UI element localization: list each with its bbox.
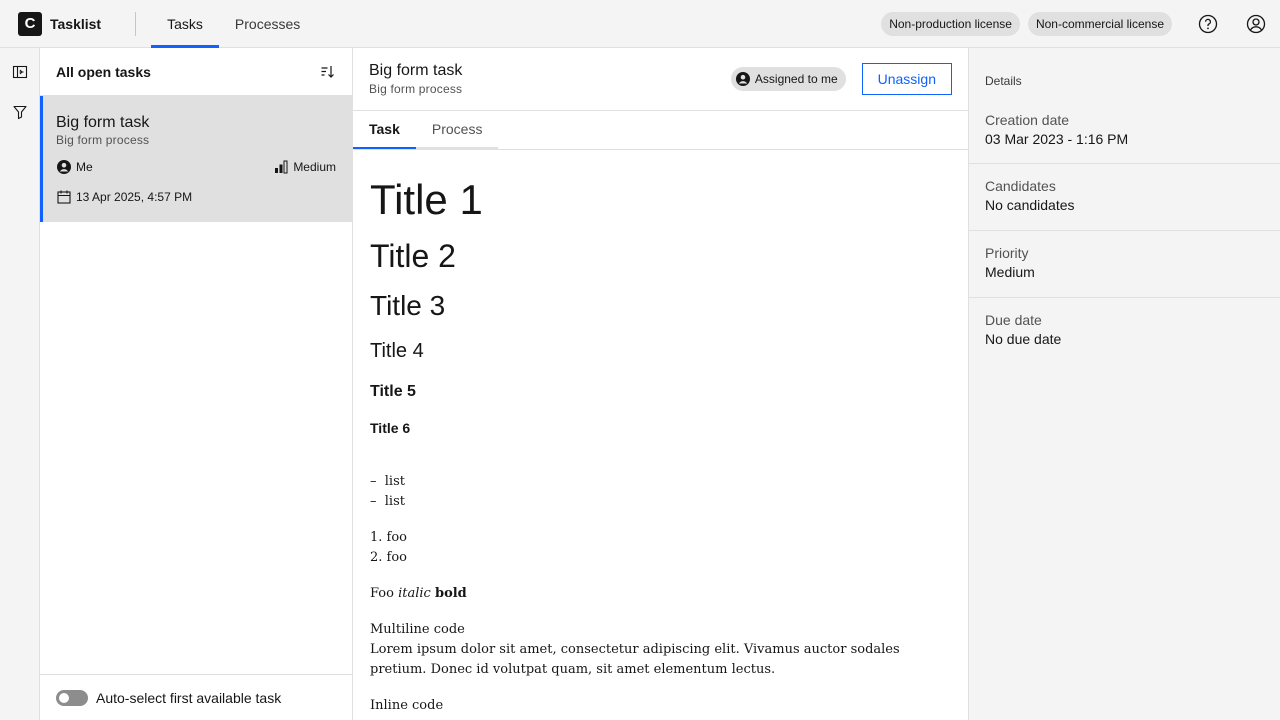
nav-tab-tasks[interactable]: Tasks xyxy=(151,0,219,48)
form-title-2: Title 2 xyxy=(370,238,456,274)
expand-panel-icon xyxy=(12,65,28,79)
list-item-text: foo xyxy=(386,530,408,545)
bold-text: bold xyxy=(434,586,467,601)
priority-bars-icon xyxy=(275,160,288,174)
form-title-3: Title 3 xyxy=(370,290,446,321)
main-nav: Tasks Processes xyxy=(151,0,316,48)
list-item: 1. foo xyxy=(370,530,408,545)
form-title-6: Title 6 xyxy=(370,420,411,436)
list-item: – list xyxy=(370,474,405,489)
user-icon xyxy=(57,160,71,174)
auto-select-toggle[interactable] xyxy=(56,689,88,706)
license-tag-non-production: Non-production license xyxy=(881,11,1020,36)
italic-text: italic xyxy=(398,586,431,601)
detail-label: Due date xyxy=(985,312,1042,328)
unassign-button[interactable]: Unassign xyxy=(861,63,952,95)
task-process-name: Big form process xyxy=(56,133,150,147)
list-item-text: list xyxy=(384,474,405,489)
form-title-4: Title 4 xyxy=(370,340,424,362)
tab-task[interactable]: Task xyxy=(353,111,416,149)
task-date-label: 13 Apr 2025, 4:57 PM xyxy=(76,190,193,204)
task-date: 13 Apr 2025, 4:57 PM xyxy=(56,189,336,205)
auto-select-label: Auto-select first available task xyxy=(96,689,282,706)
form-title-1: Title 1 xyxy=(370,176,483,223)
app-name[interactable]: Tasklist xyxy=(50,16,101,32)
ordered-list: 1. foo 2. foo xyxy=(370,528,951,568)
task-assignee-label: Me xyxy=(76,160,93,174)
multiline-text: Lorem ipsum dolor sit amet, consectetur … xyxy=(370,642,900,677)
task-detail-subtitle: Big form process xyxy=(369,82,463,96)
detail-value: No due date xyxy=(985,331,1062,347)
details-panel: Details Creation date 03 Mar 2023 - 1:16… xyxy=(969,48,1280,720)
task-list-item[interactable]: Big form task Big form process Me Medium… xyxy=(40,96,352,222)
task-list-header: All open tasks xyxy=(40,48,352,96)
top-header: C Tasklist Tasks Processes Non-productio… xyxy=(0,0,1280,48)
help-icon xyxy=(1198,14,1218,33)
auto-select-footer: Auto-select first available task xyxy=(40,674,352,720)
details-title: Details xyxy=(985,74,1022,88)
logo-letter: C xyxy=(24,15,36,32)
task-assignee: Me xyxy=(56,159,93,175)
calendar-icon xyxy=(57,190,71,204)
user-icon xyxy=(735,72,750,86)
formatted-paragraph: Foo italic bold xyxy=(370,584,951,604)
task-priority-label: Medium xyxy=(293,160,336,174)
list-item: – list xyxy=(370,494,405,509)
expand-panel-button[interactable] xyxy=(0,52,40,92)
app-logo[interactable]: C xyxy=(18,11,42,36)
task-detail-title: Big form task xyxy=(369,62,463,79)
list-item-text: list xyxy=(384,494,405,509)
detail-value: No candidates xyxy=(985,197,1075,213)
task-list-title: All open tasks xyxy=(56,63,151,80)
plain-text: Foo xyxy=(370,586,394,601)
header-divider xyxy=(135,11,137,36)
detail-priority: Priority Medium xyxy=(969,231,1280,298)
sort-icon[interactable] xyxy=(320,64,336,80)
left-rail xyxy=(0,48,40,720)
task-name: Big form task xyxy=(56,114,150,131)
assigned-label: Assigned to me xyxy=(754,72,838,86)
multiline-label: Multiline code xyxy=(370,622,465,637)
task-priority: Medium xyxy=(273,159,336,175)
task-tabs: Task Process xyxy=(353,111,968,150)
help-button[interactable] xyxy=(1184,0,1232,48)
task-detail-header: Big form task Big form process Assigned … xyxy=(353,48,968,111)
detail-value: 03 Mar 2023 - 1:16 PM xyxy=(985,131,1129,147)
user-profile-button[interactable] xyxy=(1232,0,1280,48)
detail-value: Medium xyxy=(985,264,1035,280)
detail-label: Creation date xyxy=(985,112,1070,128)
user-avatar-icon xyxy=(1246,14,1266,33)
detail-creation-date: Creation date 03 Mar 2023 - 1:16 PM xyxy=(969,112,1280,164)
inline-code-label: Inline code xyxy=(370,698,444,713)
filter-icon xyxy=(13,105,27,120)
detail-candidates: Candidates No candidates xyxy=(969,164,1280,231)
filter-button[interactable] xyxy=(0,92,40,132)
detail-label: Priority xyxy=(985,245,1029,261)
task-detail-panel: Big form task Big form process Assigned … xyxy=(353,48,969,720)
bullet-list: – list – list xyxy=(370,472,951,512)
task-list-panel: All open tasks Big form task Big form pr… xyxy=(40,48,353,720)
list-item: 2. foo xyxy=(370,550,408,565)
detail-due-date: Due date No due date xyxy=(969,298,1280,365)
assigned-badge: Assigned to me xyxy=(730,67,846,91)
tab-process[interactable]: Process xyxy=(415,111,499,149)
task-form: Title 1 Title 2 Title 3 Title 4 Title 5 … xyxy=(353,174,968,716)
form-title-5: Title 5 xyxy=(370,383,416,400)
list-item-text: foo xyxy=(386,550,408,565)
nav-tab-processes[interactable]: Processes xyxy=(219,0,316,48)
license-tag-non-commercial: Non-commercial license xyxy=(1027,11,1172,36)
detail-label: Candidates xyxy=(985,178,1056,194)
